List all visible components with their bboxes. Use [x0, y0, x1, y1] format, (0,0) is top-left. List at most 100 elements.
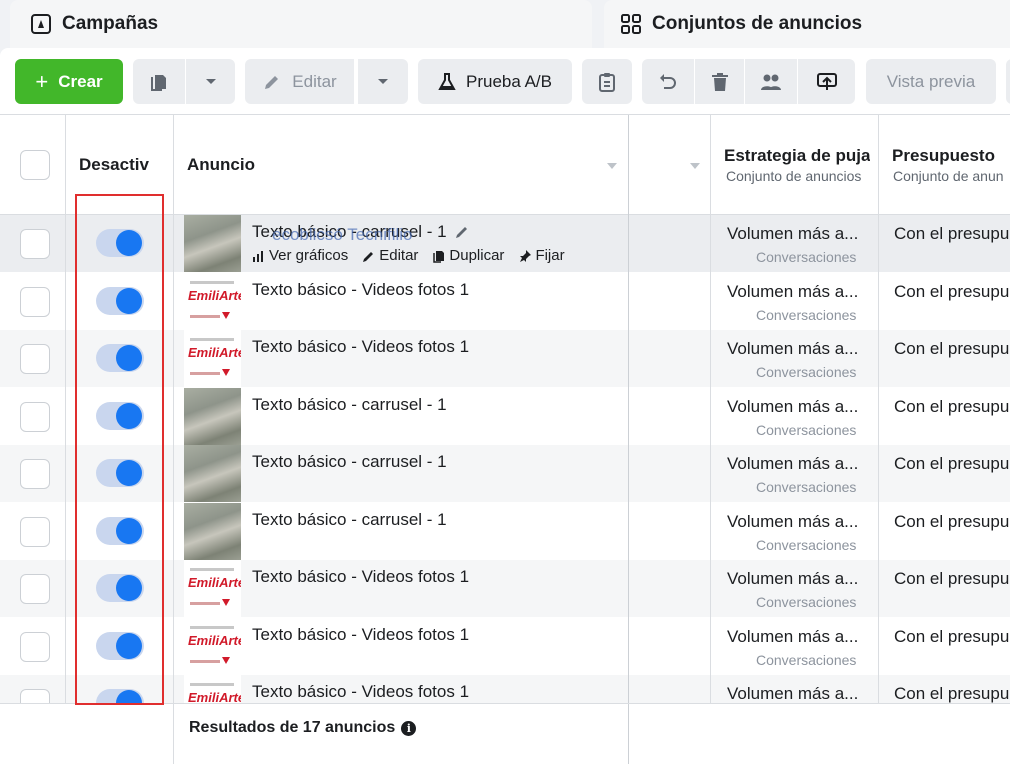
row-checkbox[interactable]	[20, 459, 50, 489]
grid-icon	[620, 13, 642, 35]
brand-logo: EmiliArte	[188, 690, 241, 703]
preview-label: Vista previa	[886, 71, 976, 91]
row-checkbox[interactable]	[20, 516, 50, 547]
ad-thumbnail: EmiliArte	[184, 675, 241, 703]
row-checkbox[interactable]	[20, 401, 50, 432]
ad-name[interactable]: Texto básico - Videos fotos 1	[252, 625, 469, 645]
ad-name[interactable]: Texto básico - Videos fotos 1	[252, 682, 469, 702]
select-all-checkbox[interactable]	[20, 150, 50, 180]
tab-campaigns[interactable]: Campañas	[10, 0, 592, 48]
duplicate-action-label: Duplicar	[449, 247, 505, 264]
duplicate-icon	[149, 72, 169, 92]
toolbar-overflow[interactable]	[1006, 59, 1010, 104]
preview-button[interactable]: Vista previa	[866, 59, 996, 104]
bid-strategy-sub: Conversaciones	[756, 651, 857, 668]
undo-button[interactable]	[642, 59, 694, 104]
budget: Con el presupu	[894, 684, 1010, 703]
duplicate-button[interactable]	[133, 59, 185, 104]
sort-caret-icon[interactable]	[690, 163, 700, 169]
sort-caret-icon[interactable]	[607, 163, 617, 169]
row-checkbox[interactable]	[20, 574, 50, 604]
bid-strategy: Volumen más a...	[727, 684, 859, 703]
duplicate-action[interactable]: Duplicar	[432, 247, 504, 264]
bid-strategy-sub: Conversaciones	[756, 536, 857, 553]
bid-strategy: Volumen más a...	[727, 281, 859, 301]
header-bid-strategy-sub: Conjunto de anuncios	[726, 168, 862, 184]
ab-test-label: Prueba A/B	[465, 71, 552, 91]
tab-bar: Campañas Conjuntos de anuncios	[0, 0, 1010, 48]
brand-logo: EmiliArte	[188, 287, 241, 303]
results-label: Resultados de 17 anuncios	[189, 719, 396, 736]
ad-thumbnail	[184, 502, 241, 560]
pencil-icon[interactable]	[454, 224, 470, 245]
header-off-toggle[interactable]: Desactiv	[79, 155, 171, 175]
view-charts-action[interactable]: Ver gráficos	[252, 247, 348, 264]
bid-strategy: Volumen más a...	[727, 626, 859, 646]
pencil-icon	[363, 251, 374, 262]
edit-button[interactable]: Editar	[245, 59, 354, 104]
tab-campaigns-label: Campañas	[62, 13, 159, 34]
create-label: Crear	[58, 71, 103, 91]
ad-thumbnail	[184, 445, 241, 502]
ad-name[interactable]: Texto básico - Videos fotos 1	[252, 567, 469, 587]
ad-name[interactable]: Texto básico - Videos fotos 1	[252, 337, 469, 357]
tab-adsets[interactable]: Conjuntos de anuncios	[604, 0, 1010, 48]
bid-strategy: Volumen más a...	[727, 224, 859, 243]
chevron-down-icon	[205, 78, 217, 86]
audience-button[interactable]	[745, 59, 797, 104]
ad-thumbnail: EmiliArte	[184, 330, 241, 387]
row-checkbox[interactable]	[20, 631, 50, 662]
ab-test-button[interactable]: Prueba A/B	[418, 59, 572, 104]
header-budget[interactable]: Presupuesto	[892, 146, 1010, 166]
header-bid-strategy[interactable]: Estrategia de puja	[724, 146, 870, 166]
bid-strategy-sub: Conversaciones	[756, 594, 857, 610]
ad-name[interactable]: Texto básico - carrusel - 1	[252, 452, 447, 472]
bid-strategy: Volumen más a...	[727, 569, 859, 588]
column-divider	[710, 115, 711, 703]
header-ad-name[interactable]: Anuncio	[187, 155, 255, 175]
delete-button[interactable]	[695, 59, 744, 104]
header-budget-sub: Conjunto de anun	[893, 168, 1004, 184]
budget: Con el presupu	[894, 454, 1010, 473]
brand-logo: EmiliArte	[188, 345, 241, 360]
ad-name[interactable]: Texto básico - Videos fotos 1	[252, 280, 469, 300]
ad-thumbnail	[184, 215, 241, 272]
column-divider	[628, 115, 629, 703]
row-checkbox[interactable]	[20, 689, 50, 703]
ad-name[interactable]: Texto básico - carrusel - 1	[252, 395, 447, 415]
brand-logo: EmiliArte	[188, 575, 241, 590]
ad-name[interactable]: Texto básico - carrusel - 1	[252, 510, 447, 530]
toolbar: + Crear Editar Prueba A/B Vista previa	[0, 48, 1010, 115]
budget: Con el presupu	[894, 339, 1010, 358]
create-button[interactable]: + Crear	[15, 59, 123, 104]
info-icon[interactable]: i	[401, 720, 417, 736]
row-checkbox[interactable]	[20, 229, 50, 259]
pencil-icon	[262, 72, 282, 92]
undo-icon	[658, 72, 678, 92]
brand-logo: EmiliArte	[188, 632, 241, 648]
row-checkbox[interactable]	[20, 344, 50, 374]
bar-chart-icon	[253, 250, 263, 262]
bid-strategy-sub: Conversaciones	[756, 479, 857, 495]
bid-strategy: Volumen más a...	[727, 454, 859, 473]
duplicate-icon	[433, 250, 445, 263]
budget: Con el presupu	[894, 511, 1010, 531]
export-button[interactable]	[798, 59, 855, 104]
people-icon	[760, 73, 782, 91]
budget: Con el presupu	[894, 396, 1010, 416]
ad-thumbnail: EmiliArte	[184, 272, 241, 330]
bid-strategy-sub: Conversaciones	[756, 306, 857, 323]
edit-action[interactable]: Editar	[362, 247, 418, 264]
row-checkbox[interactable]	[20, 286, 50, 317]
column-divider	[173, 704, 174, 764]
pin-action[interactable]: Fijar	[518, 247, 565, 264]
budget: Con el presupu	[894, 569, 1010, 588]
duplicate-dropdown[interactable]	[186, 59, 235, 104]
edit-label: Editar	[292, 71, 337, 91]
budget: Con el presupu	[894, 224, 1010, 243]
table-footer: Resultados de 17 anuncios i	[0, 703, 1010, 764]
bid-strategy-sub: Conversaciones	[756, 249, 857, 265]
edit-dropdown[interactable]	[358, 59, 408, 104]
clipboard-button[interactable]	[582, 59, 632, 104]
column-divider	[628, 704, 629, 764]
